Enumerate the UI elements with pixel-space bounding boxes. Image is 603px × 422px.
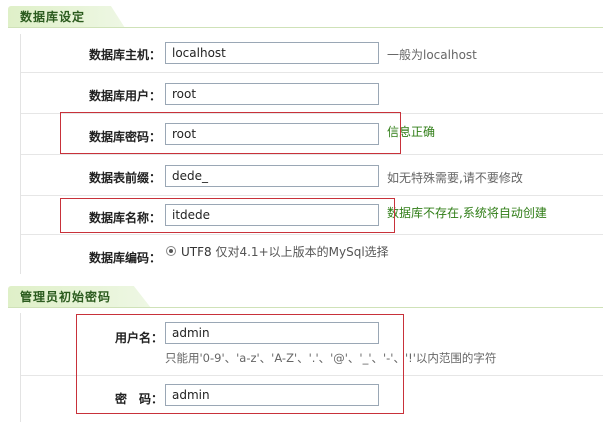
db-prefix-input[interactable] (165, 165, 379, 187)
db-password-status: 信息正确 (387, 125, 436, 139)
db-host-label: 数据库主机： (88, 48, 161, 62)
db-password-label: 数据库密码： (88, 130, 161, 144)
db-section-divider (8, 27, 603, 28)
db-settings-panel: 数据库主机： 一般为localhost 数据库用户： 数据库密码： 信息正确 数… (20, 34, 603, 274)
db-name-label: 数据库名称： (88, 211, 161, 225)
utf8-radio[interactable] (166, 246, 176, 256)
admin-section-header: 管理员初始密码 (0, 284, 603, 308)
db-host-hint: 一般为localhost (387, 48, 477, 62)
admin-section-title: 管理员初始密码 (8, 286, 152, 308)
db-host-row: 数据库主机： 一般为localhost (21, 34, 603, 73)
db-host-input[interactable] (165, 42, 379, 64)
admin-username-label: 用户名： (114, 331, 163, 345)
db-section-header: 数据库设定 (0, 4, 603, 28)
admin-section-divider (8, 307, 603, 308)
db-user-label: 数据库用户： (88, 89, 161, 103)
db-user-row: 数据库用户： (21, 73, 603, 114)
db-prefix-hint: 如无特殊需要,请不要修改 (387, 171, 523, 185)
admin-username-input[interactable] (165, 322, 379, 344)
admin-password-input[interactable] (165, 384, 379, 406)
admin-password-row: 密 码： (21, 376, 603, 422)
db-name-input[interactable] (165, 204, 379, 226)
db-name-row: 数据库名称： 数据库不存在,系统将自动创建 (21, 196, 603, 235)
admin-username-hint: 只能用'0-9'、'a-z'、'A-Z'、'.'、'@'、'_'、'-'、'!'… (165, 351, 497, 365)
admin-settings-panel: 用户名： 只能用'0-9'、'a-z'、'A-Z'、'.'、'@'、'_'、'-… (20, 313, 603, 422)
utf8-option-label: UTF8 仅对4.1+以上版本的MySql选择 (181, 245, 389, 259)
db-password-input[interactable] (165, 123, 379, 145)
db-prefix-row: 数据表前缀： 如无特殊需要,请不要修改 (21, 155, 603, 196)
admin-password-label: 密 码： (114, 392, 163, 406)
admin-username-row: 用户名： 只能用'0-9'、'a-z'、'A-Z'、'.'、'@'、'_'、'-… (21, 313, 603, 376)
db-name-status: 数据库不存在,系统将自动创建 (387, 206, 547, 220)
encoding-note: 仅对4.1+以上版本的MySql选择 (215, 245, 389, 259)
db-encoding-label: 数据库编码： (88, 251, 161, 265)
db-encoding-row: 数据库编码： UTF8 仅对4.1+以上版本的MySql选择 (21, 235, 603, 273)
db-prefix-label: 数据表前缀： (88, 171, 161, 185)
db-section-title: 数据库设定 (8, 6, 126, 28)
db-password-row: 数据库密码： 信息正确 (21, 114, 603, 155)
db-user-input[interactable] (165, 83, 379, 105)
